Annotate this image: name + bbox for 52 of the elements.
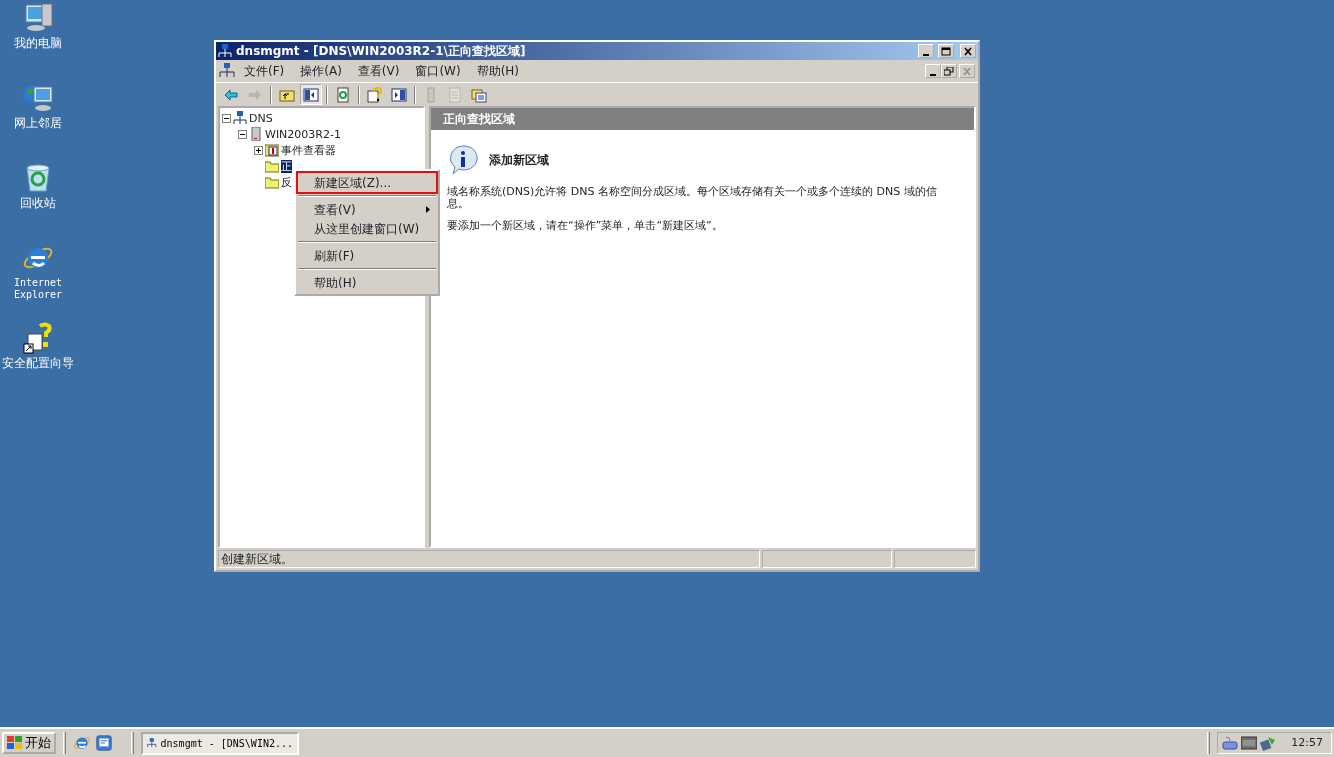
submenu-arrow-icon bbox=[426, 206, 430, 213]
computer-icon[interactable] bbox=[22, 2, 54, 34]
menu-item[interactable]: 操作(A) bbox=[293, 61, 349, 81]
menu-item[interactable]: 从这里创建窗口(W) bbox=[298, 219, 436, 238]
desktop-icon[interactable] bbox=[95, 734, 113, 752]
flag-icon[interactable] bbox=[7, 736, 23, 750]
expand-toggle-icon[interactable] bbox=[254, 145, 263, 155]
vm-icon[interactable] bbox=[1241, 735, 1258, 751]
menu-item[interactable]: 文件(F) bbox=[237, 61, 292, 81]
tree-item[interactable]: 反 bbox=[281, 175, 292, 189]
dns-icon[interactable] bbox=[147, 736, 157, 750]
menu-item[interactable]: 帮助(H) bbox=[469, 61, 527, 81]
tree-item[interactable]: WIN2003R2-1 bbox=[265, 127, 341, 141]
icon-label: 安全配置向导 bbox=[2, 357, 74, 369]
wizard-shortcut-icon[interactable] bbox=[22, 322, 54, 354]
info-icon bbox=[447, 144, 479, 176]
keyboard-icon[interactable] bbox=[1222, 735, 1239, 751]
description-text: 要添加一个新区域，请在“操作”菜单，单击“新建区域”。 bbox=[446, 220, 724, 234]
icon-label: 回收站 bbox=[20, 197, 56, 209]
server-icon bbox=[249, 127, 263, 141]
status-text: 创建新区域。 bbox=[218, 550, 760, 568]
window-title: dnsmgmt - [DNS\WIN2003R2-1\正向查找区域] bbox=[236, 43, 527, 60]
network-icon[interactable] bbox=[1260, 735, 1277, 751]
folder-icon bbox=[265, 175, 279, 189]
taskbar-button[interactable]: dnsmgmt - [DNS\WIN2... bbox=[141, 731, 299, 755]
event-viewer-icon bbox=[265, 143, 279, 157]
collapse-toggle-icon[interactable] bbox=[238, 129, 247, 139]
folder-icon bbox=[265, 159, 279, 173]
tree-item[interactable]: DNS bbox=[249, 111, 273, 125]
info-title: 添加新区域 bbox=[489, 152, 549, 169]
pane-header: 正向查找区域 bbox=[431, 108, 974, 130]
clock: 12:57 bbox=[1291, 734, 1323, 751]
network-computer-icon[interactable] bbox=[22, 82, 54, 114]
icon-label: Internet Explorer bbox=[12, 277, 64, 301]
tree-item[interactable]: 正 bbox=[281, 159, 292, 173]
dns-icon bbox=[218, 44, 232, 58]
dns-icon bbox=[219, 63, 235, 79]
collapse-toggle-icon[interactable] bbox=[222, 113, 231, 123]
icon-label: 我的电脑 bbox=[14, 37, 62, 49]
menu-item[interactable]: 查看(V) bbox=[350, 61, 407, 81]
menu-item[interactable]: 新建区域(Z)... bbox=[298, 173, 436, 192]
tree-pane-icon[interactable] bbox=[300, 84, 322, 105]
start-button[interactable]: 开始 bbox=[2, 732, 56, 754]
tree-item[interactable]: 事件查看器 bbox=[281, 143, 336, 157]
dns-icon bbox=[233, 111, 247, 125]
menu-item[interactable]: 刷新(F) bbox=[298, 246, 436, 265]
menu-item[interactable]: 帮助(H) bbox=[298, 273, 436, 292]
icon-label: 网上邻居 bbox=[14, 117, 62, 129]
description-text: 域名称系统(DNS)允许将 DNS 名称空间分成区域。每个区域存储有关一个或多个连续的 DNS 域的信息。 bbox=[446, 186, 938, 212]
menu-item[interactable]: 查看(V) bbox=[298, 200, 436, 219]
browser-icon[interactable] bbox=[73, 734, 91, 752]
menu-item[interactable]: 窗口(W) bbox=[408, 61, 468, 81]
